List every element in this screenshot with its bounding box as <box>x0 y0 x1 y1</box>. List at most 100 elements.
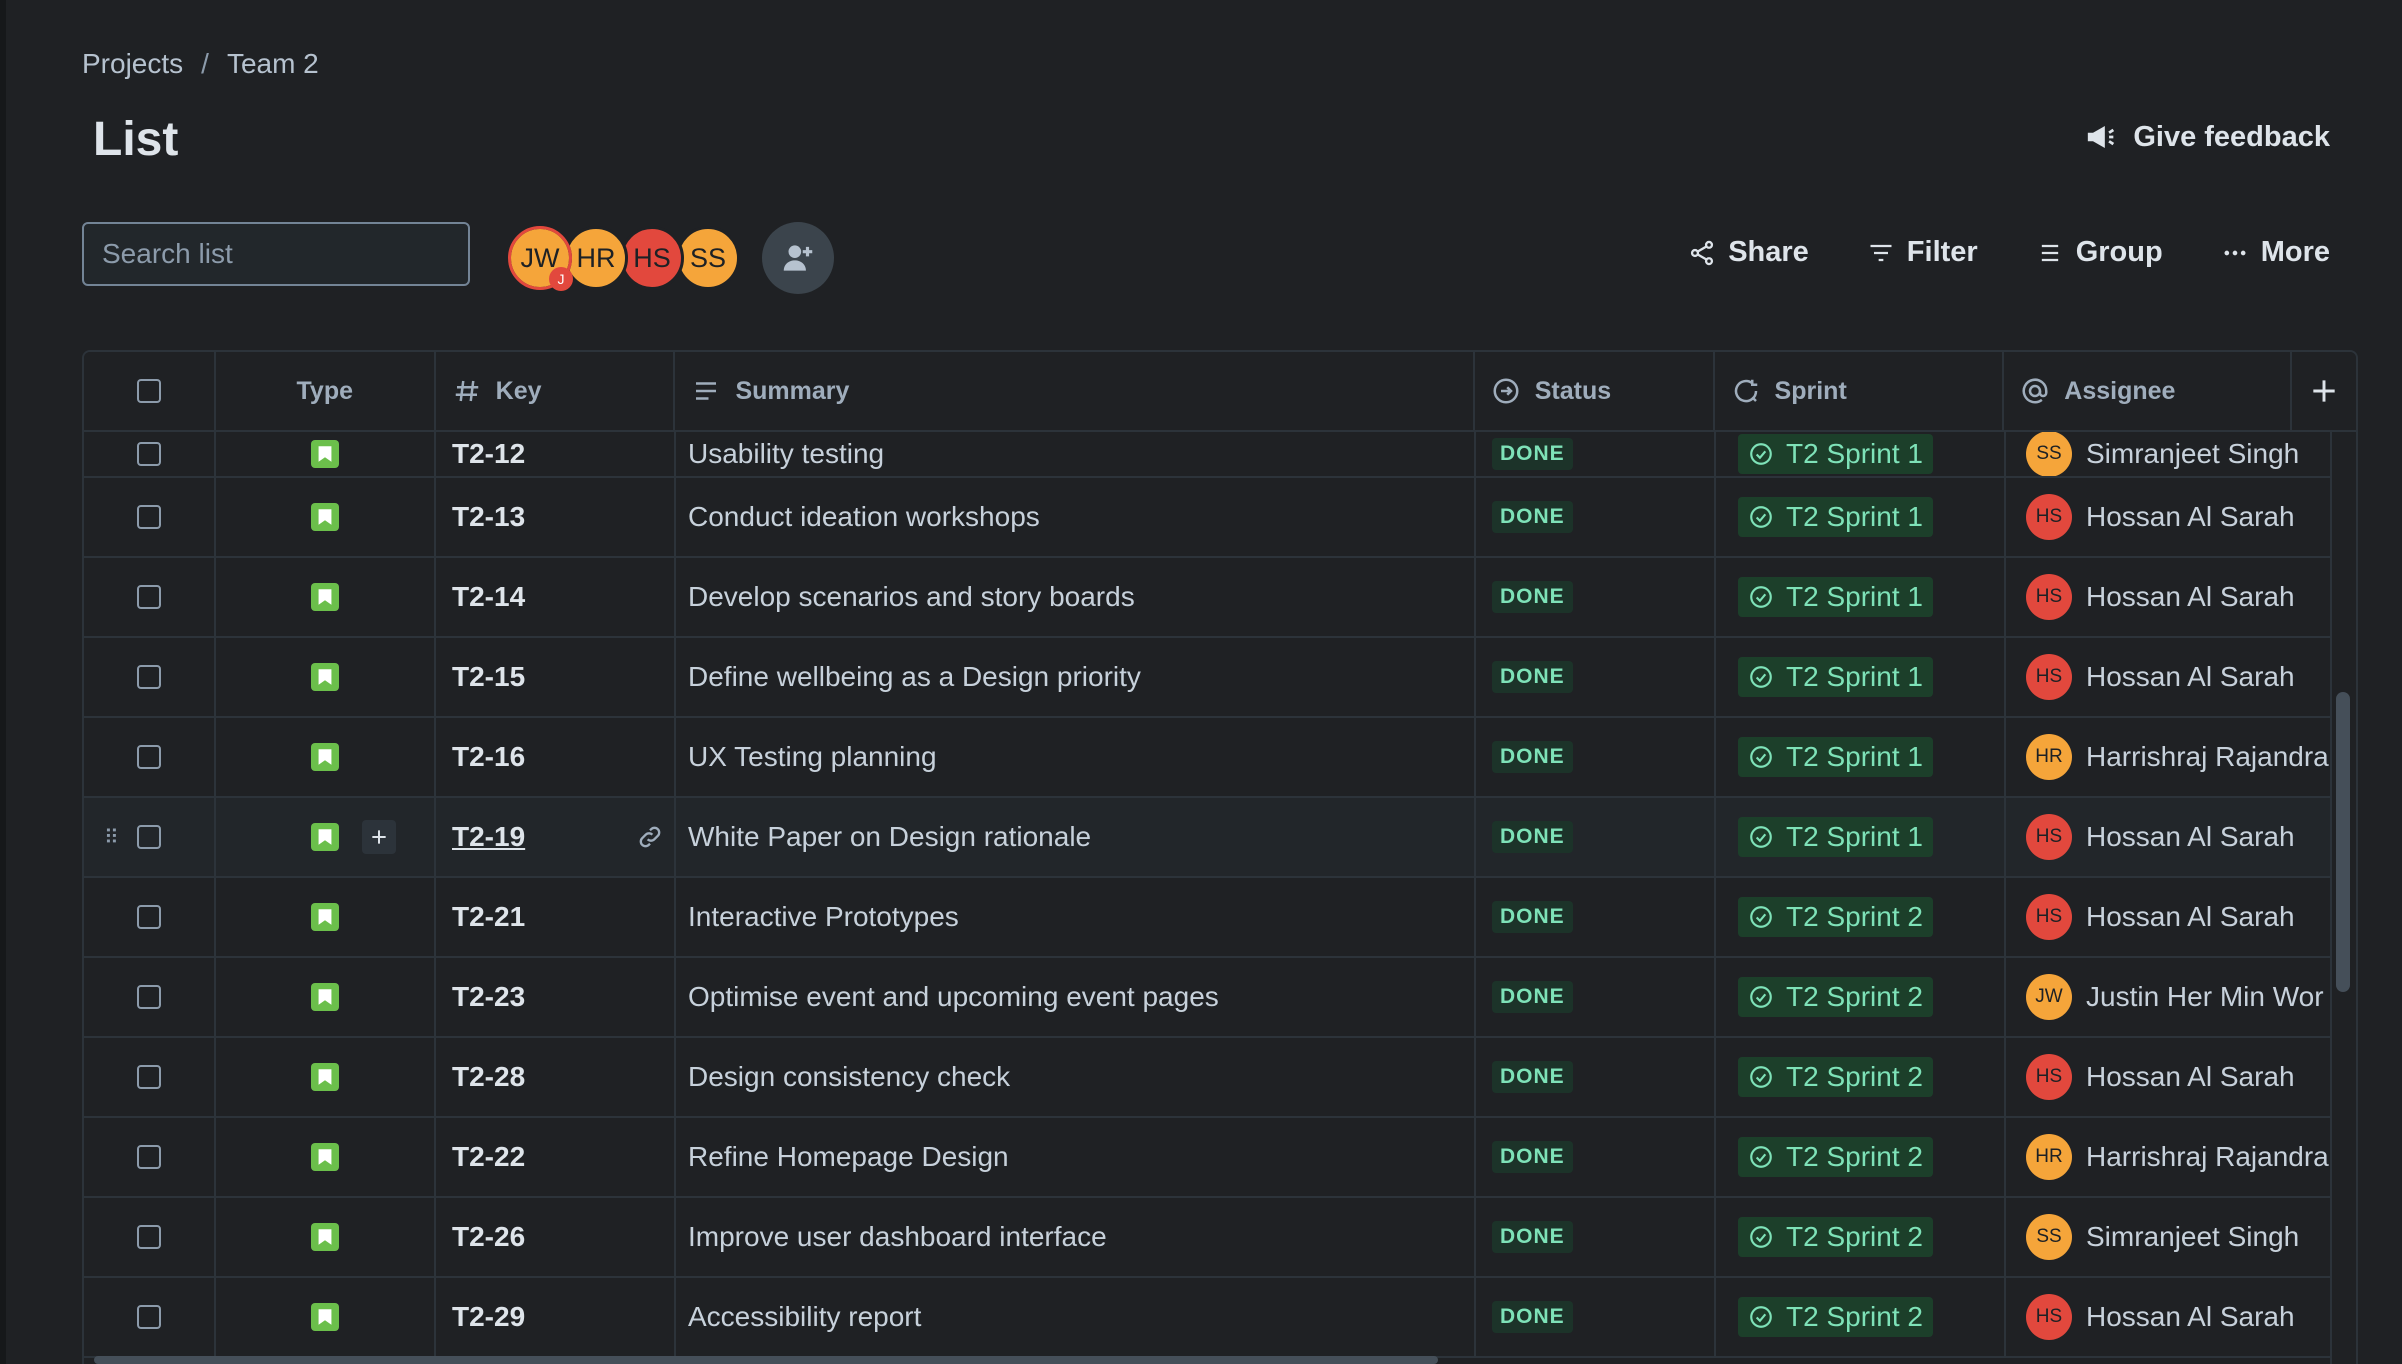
row-checkbox[interactable] <box>137 1145 161 1169</box>
status-badge[interactable]: DONE <box>1492 821 1573 853</box>
assignee-cell[interactable]: HS Hossan Al Sarah <box>2006 1038 2334 1116</box>
table-row[interactable]: T2-22 Refine Homepage Design DONE T2 Spr… <box>84 1118 2334 1198</box>
status-badge[interactable]: DONE <box>1492 1141 1573 1173</box>
add-people-button[interactable] <box>762 222 834 294</box>
filter-button[interactable]: Filter <box>1867 236 1978 269</box>
header-type[interactable]: Type <box>216 352 436 430</box>
sprint-cell[interactable]: T2 Sprint 1 <box>1716 798 2006 876</box>
sprint-lozenge[interactable]: T2 Sprint 1 <box>1738 817 1933 857</box>
add-column-button[interactable] <box>2292 352 2356 430</box>
table-row[interactable]: T2-12 Usability testing DONE T2 Sprint 1… <box>84 432 2334 478</box>
search-field[interactable] <box>82 222 470 286</box>
status-badge[interactable]: DONE <box>1492 581 1573 613</box>
sprint-lozenge[interactable]: T2 Sprint 2 <box>1738 1137 1933 1177</box>
table-row[interactable]: T2-28 Design consistency check DONE T2 S… <box>84 1038 2334 1118</box>
header-summary[interactable]: Summary <box>675 352 1475 430</box>
summary-cell[interactable]: Define wellbeing as a Design priority <box>676 638 1476 716</box>
horizontal-scrollbar-thumb[interactable] <box>94 1356 1438 1364</box>
assignee-cell[interactable]: HS Hossan Al Sarah <box>2006 558 2334 636</box>
sprint-cell[interactable]: T2 Sprint 1 <box>1716 718 2006 796</box>
copy-link-icon[interactable] <box>636 823 664 851</box>
group-button[interactable]: Group <box>2036 236 2163 269</box>
avatar-hs[interactable]: HS <box>620 226 684 290</box>
issue-key[interactable]: T2-23 <box>452 981 525 1013</box>
status-cell[interactable]: DONE <box>1476 478 1716 556</box>
assignee-cell[interactable]: JW Justin Her Min Wor <box>2006 958 2334 1036</box>
table-row[interactable]: T2-26 Improve user dashboard interface D… <box>84 1198 2334 1278</box>
sprint-cell[interactable]: T2 Sprint 1 <box>1716 432 2006 476</box>
row-checkbox[interactable] <box>137 1225 161 1249</box>
summary-cell[interactable]: Usability testing <box>676 432 1476 476</box>
issue-key[interactable]: T2-13 <box>452 501 525 533</box>
sprint-lozenge[interactable]: T2 Sprint 2 <box>1738 1297 1933 1337</box>
issue-key[interactable]: T2-26 <box>452 1221 525 1253</box>
sprint-cell[interactable]: T2 Sprint 2 <box>1716 1198 2006 1276</box>
status-cell[interactable]: DONE <box>1476 1198 1716 1276</box>
assignee-cell[interactable]: SS Simranjeet Singh <box>2006 432 2334 476</box>
row-checkbox[interactable] <box>137 585 161 609</box>
key-cell[interactable]: T2-12 <box>436 432 676 476</box>
issue-key[interactable]: T2-22 <box>452 1141 525 1173</box>
table-row[interactable]: T2-23 Optimise event and upcoming event … <box>84 958 2334 1038</box>
breadcrumb-projects[interactable]: Projects <box>82 48 183 80</box>
assignee-cell[interactable]: HS Hossan Al Sarah <box>2006 478 2334 556</box>
assignee-cell[interactable]: HS Hossan Al Sarah <box>2006 878 2334 956</box>
sprint-lozenge[interactable]: T2 Sprint 2 <box>1738 1057 1933 1097</box>
header-key[interactable]: Key <box>436 352 676 430</box>
key-cell[interactable]: T2-13 <box>436 478 676 556</box>
table-row[interactable]: T2-29 Accessibility report DONE T2 Sprin… <box>84 1278 2334 1358</box>
row-checkbox[interactable] <box>137 1065 161 1089</box>
header-assignee[interactable]: Assignee <box>2004 352 2293 430</box>
sprint-cell[interactable]: T2 Sprint 2 <box>1716 878 2006 956</box>
assignee-cell[interactable]: HR Harrishraj Rajandra <box>2006 1118 2334 1196</box>
sprint-cell[interactable]: T2 Sprint 1 <box>1716 478 2006 556</box>
key-cell[interactable]: T2-15 <box>436 638 676 716</box>
more-button[interactable]: More <box>2221 236 2330 269</box>
avatar-jw[interactable]: JW J <box>508 226 573 291</box>
status-cell[interactable]: DONE <box>1476 558 1716 636</box>
summary-cell[interactable]: Improve user dashboard interface <box>676 1198 1476 1276</box>
issue-key[interactable]: T2-14 <box>452 581 525 613</box>
status-badge[interactable]: DONE <box>1492 1061 1573 1093</box>
sprint-lozenge[interactable]: T2 Sprint 1 <box>1738 577 1933 617</box>
issue-key[interactable]: T2-12 <box>452 438 525 470</box>
status-badge[interactable]: DONE <box>1492 661 1573 693</box>
row-checkbox[interactable] <box>137 665 161 689</box>
status-cell[interactable]: DONE <box>1476 1278 1716 1356</box>
status-cell[interactable]: DONE <box>1476 638 1716 716</box>
issue-key[interactable]: T2-28 <box>452 1061 525 1093</box>
assignee-cell[interactable]: HS Hossan Al Sarah <box>2006 1278 2334 1356</box>
sprint-lozenge[interactable]: T2 Sprint 2 <box>1738 1217 1933 1257</box>
sprint-cell[interactable]: T2 Sprint 2 <box>1716 1118 2006 1196</box>
status-badge[interactable]: DONE <box>1492 438 1573 470</box>
breadcrumb-team[interactable]: Team 2 <box>227 48 319 80</box>
search-input[interactable] <box>102 238 463 270</box>
status-cell[interactable]: DONE <box>1476 1038 1716 1116</box>
assignee-cell[interactable]: HS Hossan Al Sarah <box>2006 638 2334 716</box>
table-row[interactable]: T2-14 Develop scenarios and story boards… <box>84 558 2334 638</box>
status-cell[interactable]: DONE <box>1476 958 1716 1036</box>
share-button[interactable]: Share <box>1688 236 1809 269</box>
key-cell[interactable]: T2-29 <box>436 1278 676 1356</box>
key-cell[interactable]: T2-22 <box>436 1118 676 1196</box>
status-badge[interactable]: DONE <box>1492 901 1573 933</box>
status-cell[interactable]: DONE <box>1476 878 1716 956</box>
table-row[interactable]: T2-15 Define wellbeing as a Design prior… <box>84 638 2334 718</box>
issue-key[interactable]: T2-16 <box>452 741 525 773</box>
summary-cell[interactable]: White Paper on Design rationale <box>676 798 1476 876</box>
status-badge[interactable]: DONE <box>1492 741 1573 773</box>
status-cell[interactable]: DONE <box>1476 432 1716 476</box>
row-checkbox[interactable] <box>137 505 161 529</box>
key-cell[interactable]: T2-21 <box>436 878 676 956</box>
row-checkbox[interactable] <box>137 745 161 769</box>
sprint-lozenge[interactable]: T2 Sprint 2 <box>1738 977 1933 1017</box>
table-row[interactable]: T2-13 Conduct ideation workshops DONE T2… <box>84 478 2334 558</box>
issue-key[interactable]: T2-21 <box>452 901 525 933</box>
header-sprint[interactable]: Sprint <box>1715 352 2005 430</box>
summary-cell[interactable]: Accessibility report <box>676 1278 1476 1356</box>
row-checkbox[interactable] <box>137 905 161 929</box>
key-cell[interactable]: T2-28 <box>436 1038 676 1116</box>
key-cell[interactable]: T2-26 <box>436 1198 676 1276</box>
status-cell[interactable]: DONE <box>1476 718 1716 796</box>
issue-key[interactable]: T2-19 <box>452 821 525 853</box>
